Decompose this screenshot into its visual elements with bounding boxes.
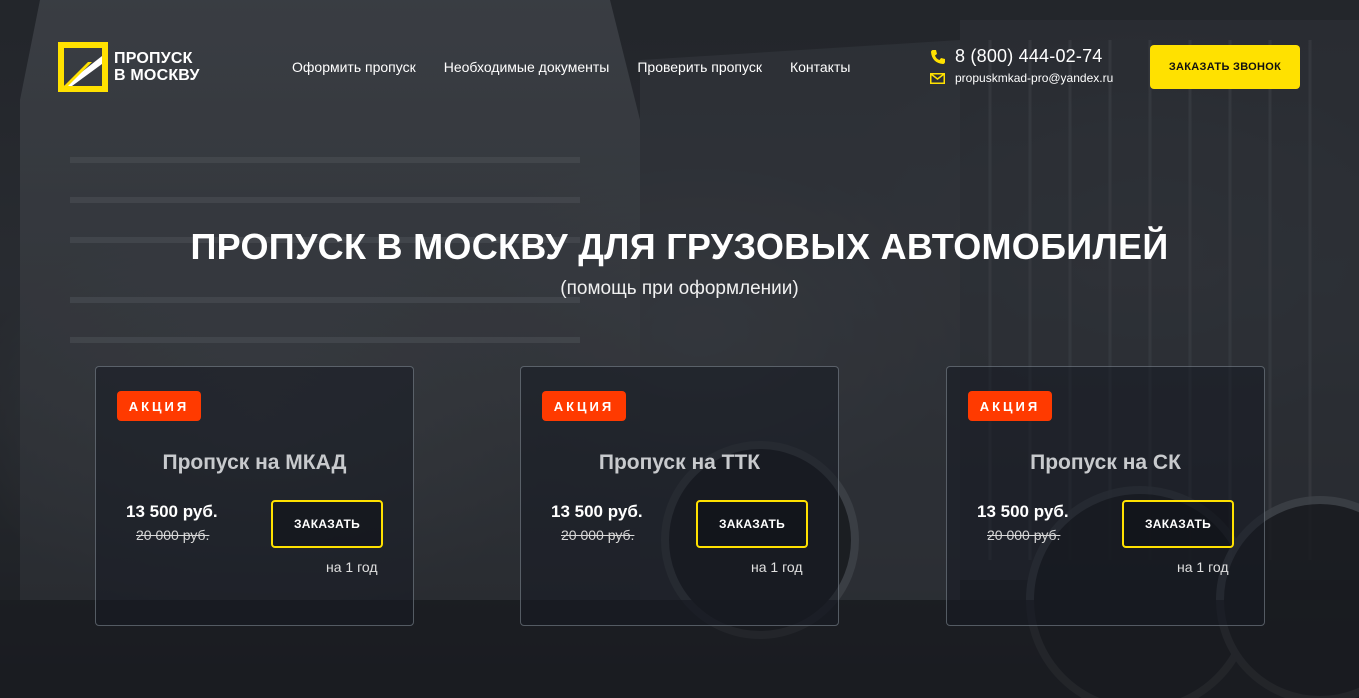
card-title: Пропуск на СК	[1030, 451, 1181, 474]
order-button[interactable]: ЗАКАЗАТЬ	[1122, 500, 1234, 548]
offer-card-mkad: АКЦИЯ Пропуск на МКАД 13 500 руб. 20 000…	[95, 366, 414, 626]
site-logo[interactable]: ПРОПУСК В МОСКВУ	[58, 42, 200, 92]
nav-item-check-pass[interactable]: Проверить пропуск	[637, 59, 762, 75]
order-button[interactable]: ЗАКАЗАТЬ	[271, 500, 383, 548]
logo-line-2: В МОСКВУ	[114, 67, 200, 84]
order-button[interactable]: ЗАКАЗАТЬ	[696, 500, 808, 548]
promo-badge: АКЦИЯ	[542, 391, 626, 421]
mail-row: propuskmkad-pro@yandex.ru	[930, 71, 1113, 85]
road-logo-icon	[58, 42, 108, 92]
order-call-button[interactable]: ЗАКАЗАТЬ ЗВОНОК	[1150, 45, 1300, 89]
card-title: Пропуск на ТТК	[598, 451, 761, 474]
mail-icon	[930, 72, 945, 84]
nav-item-documents[interactable]: Необходимые документы	[444, 59, 610, 75]
card-period: на 1 год	[1177, 559, 1229, 575]
card-period: на 1 год	[751, 559, 803, 575]
card-old-price: 20 000 руб.	[987, 527, 1061, 543]
page-subtitle: (помощь при оформлении)	[560, 278, 799, 299]
nav-item-order-pass[interactable]: Оформить пропуск	[292, 59, 416, 75]
logo-text: ПРОПУСК В МОСКВУ	[114, 50, 200, 84]
email-address[interactable]: propuskmkad-pro@yandex.ru	[955, 71, 1113, 85]
logo-line-1: ПРОПУСК	[114, 50, 193, 67]
card-price: 13 500 руб.	[551, 502, 643, 521]
header-contacts: 8 (800) 444-02-74 propuskmkad-pro@yandex…	[930, 46, 1113, 85]
nav-item-contacts[interactable]: Контакты	[790, 59, 850, 75]
page-title: ПРОПУСК В МОСКВУ ДЛЯ ГРУЗОВЫХ АВТОМОБИЛЕ…	[190, 226, 1169, 267]
card-old-price: 20 000 руб.	[136, 527, 210, 543]
card-period: на 1 год	[326, 559, 378, 575]
main-nav: Оформить пропуск Необходимые документы П…	[292, 59, 850, 75]
card-price: 13 500 руб.	[977, 502, 1069, 521]
offer-card-ttk: АКЦИЯ Пропуск на ТТК 13 500 руб. 20 000 …	[520, 366, 839, 626]
promo-badge: АКЦИЯ	[968, 391, 1052, 421]
promo-badge: АКЦИЯ	[117, 391, 201, 421]
phone-number[interactable]: 8 (800) 444-02-74	[955, 46, 1103, 67]
phone-icon	[931, 49, 945, 64]
card-title: Пропуск на МКАД	[162, 451, 347, 474]
card-price: 13 500 руб.	[126, 502, 218, 521]
offer-card-sk: АКЦИЯ Пропуск на СК 13 500 руб. 20 000 р…	[946, 366, 1265, 626]
site-header: ПРОПУСК В МОСКВУ Оформить пропуск Необхо…	[0, 0, 1359, 130]
card-old-price: 20 000 руб.	[561, 527, 635, 543]
phone-row: 8 (800) 444-02-74	[930, 46, 1113, 67]
